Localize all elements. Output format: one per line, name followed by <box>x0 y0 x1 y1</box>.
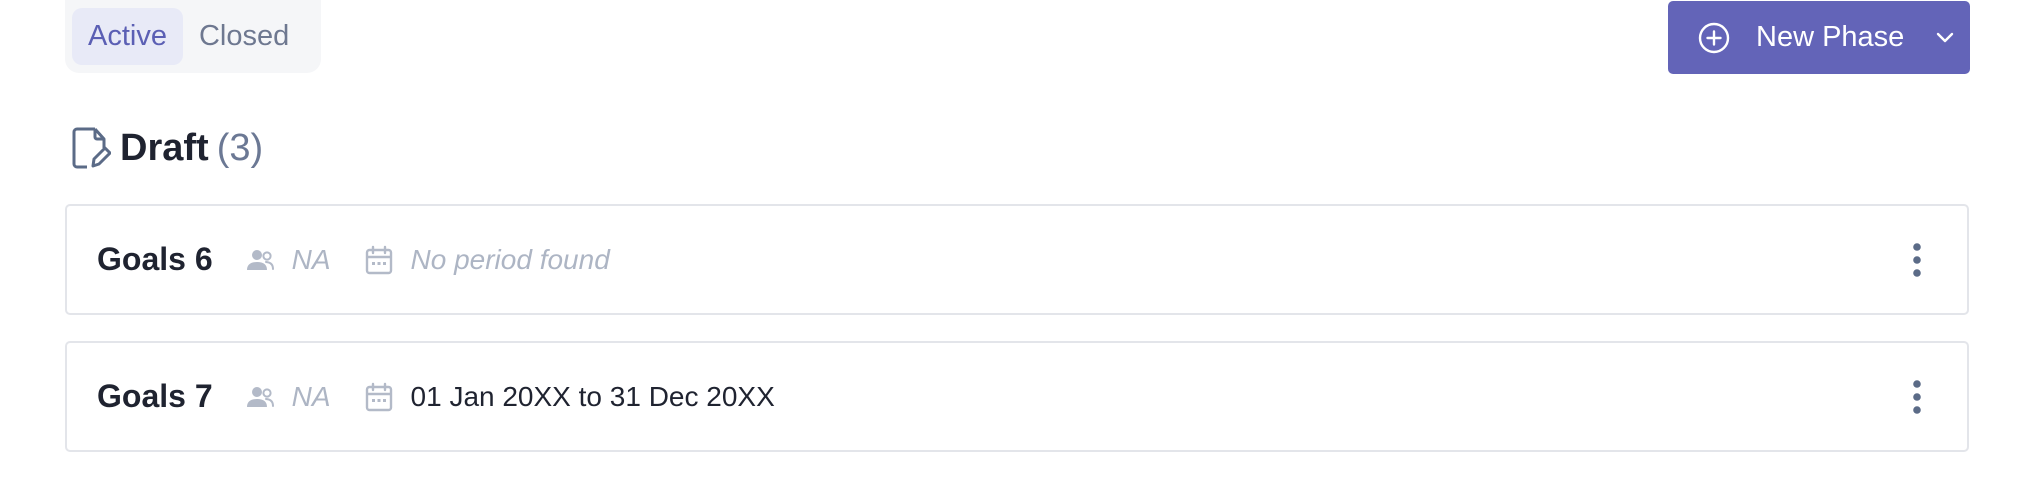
section-heading: Draft (3) <box>71 124 263 172</box>
goal-period: No period found <box>410 243 610 275</box>
calendar-icon <box>365 245 393 275</box>
section-title: Draft <box>120 126 209 169</box>
goal-card[interactable]: Goals 6 NA No period found <box>65 204 1969 315</box>
calendar-icon <box>365 382 393 412</box>
goal-title: Goals 7 <box>97 378 213 414</box>
document-edit-icon <box>71 126 111 170</box>
goal-owner: NA <box>291 380 331 412</box>
tab-closed[interactable]: Closed <box>183 8 305 65</box>
new-phase-label: New Phase <box>1756 21 1905 53</box>
more-options-icon[interactable] <box>1912 243 1922 277</box>
more-options-icon[interactable] <box>1912 380 1922 414</box>
tab-active[interactable]: Active <box>72 8 183 65</box>
goal-title: Goals 6 <box>97 241 213 277</box>
goal-period: 01 Jan 20XX to 31 Dec 20XX <box>410 380 775 412</box>
goal-owner: NA <box>291 243 331 275</box>
plus-circle-icon <box>1698 22 1730 54</box>
chevron-down-icon[interactable] <box>1934 27 1956 49</box>
section-count: (3) <box>216 126 264 169</box>
people-icon <box>246 386 274 408</box>
status-tabs: Active Closed <box>65 0 321 73</box>
people-icon <box>246 249 274 271</box>
goal-card[interactable]: Goals 7 NA 01 Jan 20XX to 31 Dec 20XX <box>65 341 1969 452</box>
new-phase-button[interactable]: New Phase <box>1668 1 1970 74</box>
